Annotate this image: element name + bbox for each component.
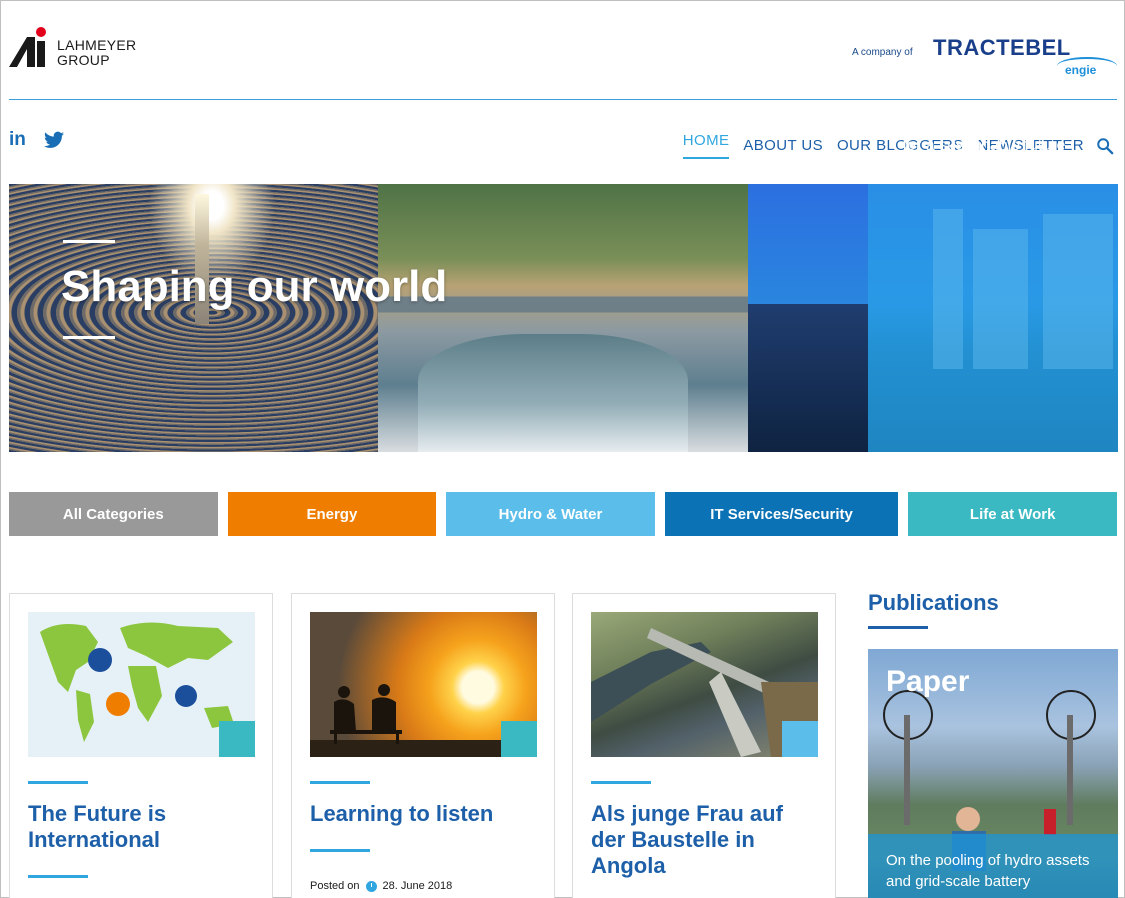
category-all[interactable]: All Categories xyxy=(9,492,218,536)
social-links: in xyxy=(9,129,64,151)
hero-rule-bottom xyxy=(63,336,115,339)
card-rule xyxy=(28,781,88,784)
hero-title: Shaping our world xyxy=(61,262,448,311)
hero-subtitle-line-2: for a sustainable future xyxy=(902,137,1066,154)
header-divider xyxy=(9,99,1117,100)
publication-caption: On the pooling of hydro assets and grid-… xyxy=(868,834,1118,898)
hero-banner: Shaping our world xyxy=(9,184,1118,452)
hero-subtitle: Engineering solutions for a sustainable … xyxy=(879,111,1089,157)
city-night-shape xyxy=(748,304,868,452)
angola-dam-image xyxy=(591,612,818,757)
tractebel-wordmark: TRACTEBEL xyxy=(933,35,1071,60)
category-hydro-water[interactable]: Hydro & Water xyxy=(446,492,655,536)
hero-solar-image xyxy=(9,184,378,452)
search-icon[interactable] xyxy=(1096,137,1114,155)
posted-on-label: Posted on xyxy=(310,880,360,892)
article-meta: Posted on 28. June 2018 xyxy=(310,880,452,892)
publications-heading: Publications xyxy=(868,590,999,615)
card-rule xyxy=(591,781,651,784)
category-filter-bar: All Categories Energy Hydro & Water IT S… xyxy=(9,492,1117,536)
article-card[interactable]: Als junge Frau auf der Baustelle in Ango… xyxy=(572,593,836,898)
hero-dam-image xyxy=(378,184,748,452)
hero-rule-top xyxy=(63,240,115,243)
article-title[interactable]: The Future is International xyxy=(28,801,258,853)
article-date: 28. June 2018 xyxy=(382,880,453,892)
nav-about-us[interactable]: ABOUT US xyxy=(743,137,823,154)
article-title[interactable]: Als junge Frau auf der Baustelle in Ango… xyxy=(591,801,821,879)
hero-city-image xyxy=(748,184,1118,452)
city-blue-overlay xyxy=(868,184,1118,452)
article-title[interactable]: Learning to listen xyxy=(310,801,540,827)
hero-subtitle-line-1: Engineering solutions xyxy=(907,114,1061,131)
card-rule xyxy=(310,849,370,852)
twitter-icon[interactable] xyxy=(43,131,64,149)
logo-line-2: GROUP xyxy=(57,52,110,68)
article-card[interactable]: Learning to listen Posted on 28. June 20… xyxy=(291,593,555,898)
sunset-couple-image xyxy=(310,612,537,757)
category-tag xyxy=(501,721,537,757)
linkedin-icon[interactable]: in xyxy=(9,129,26,151)
card-rule xyxy=(310,781,370,784)
dam-lake-shape xyxy=(418,334,688,452)
category-tag xyxy=(782,721,818,757)
category-life-at-work[interactable]: Life at Work xyxy=(908,492,1117,536)
engie-wordmark: engie xyxy=(1065,63,1097,77)
category-energy[interactable]: Energy xyxy=(227,492,437,536)
clock-icon xyxy=(365,880,377,892)
publication-type-label: Paper xyxy=(886,665,970,698)
nav-home[interactable]: HOME xyxy=(682,132,730,159)
article-card[interactable]: The Future is International xyxy=(9,593,273,898)
category-it-services[interactable]: IT Services/Security xyxy=(664,492,899,536)
logo-line-1: LAHMEYER xyxy=(57,37,137,53)
category-tag xyxy=(219,721,255,757)
card-rule xyxy=(28,875,88,878)
publication-card[interactable]: Paper On the pooling of hydro assets and… xyxy=(868,649,1118,898)
lahmeyer-logo-icon xyxy=(9,27,46,67)
logo-wordmark: LAHMEYER GROUP xyxy=(57,38,136,68)
publications-rule xyxy=(868,626,928,629)
company-of-label: A company of xyxy=(852,47,913,58)
world-map-image xyxy=(28,612,255,757)
